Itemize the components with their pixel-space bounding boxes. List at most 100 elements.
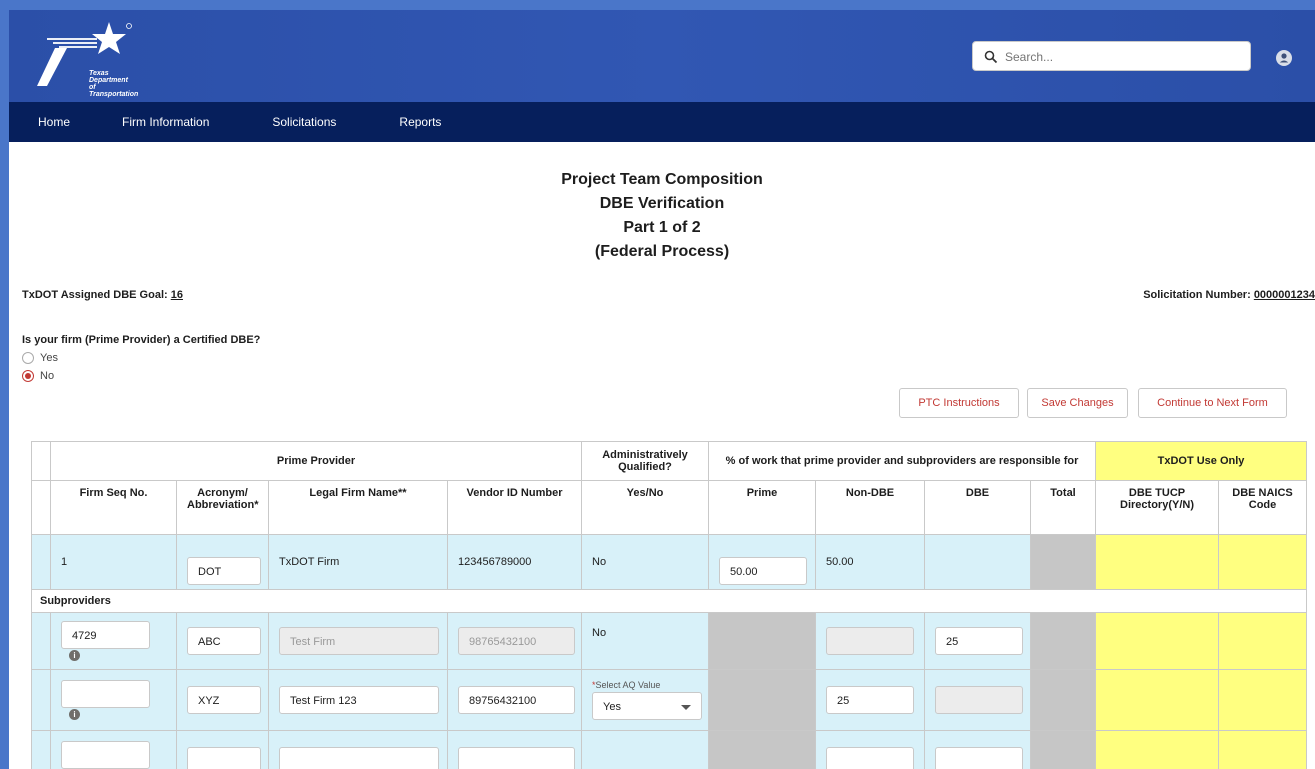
sub2-total bbox=[1030, 669, 1097, 731]
user-avatar-icon[interactable] bbox=[1276, 50, 1292, 66]
col-yes-no: Yes/No bbox=[581, 480, 710, 535]
ptc-instructions-button[interactable]: PTC Instructions bbox=[899, 388, 1019, 418]
sub1-seq-input[interactable]: 4729 bbox=[61, 621, 150, 649]
sub2-legal-name-input[interactable]: Test Firm 123 bbox=[279, 686, 439, 714]
col-vendor-id: Vendor ID Number bbox=[446, 480, 583, 535]
sub2-non-dbe-input[interactable]: 25 bbox=[826, 686, 915, 714]
sub2-vendor-cell: 89756432100 bbox=[446, 669, 583, 731]
sub2-tucp bbox=[1095, 669, 1220, 731]
sub3-vendor-input[interactable] bbox=[458, 747, 575, 769]
blank-cell bbox=[31, 480, 51, 535]
sub1-seq-cell: 4729i bbox=[50, 612, 177, 670]
page-part: Part 1 of 2 bbox=[623, 219, 701, 236]
sub1-vendor-cell: 98765432100 bbox=[446, 612, 583, 670]
sub3-dbe-cell bbox=[924, 730, 1032, 769]
logo-line: Department bbox=[89, 77, 128, 84]
sub2-aq-cell: *Select AQ Value Yes bbox=[581, 669, 710, 731]
info-icon[interactable]: i bbox=[69, 649, 80, 661]
dbe-goal-label: TxDOT Assigned DBE Goal: bbox=[22, 289, 168, 301]
subprovider-row: i bbox=[31, 730, 1308, 769]
solicitation-value[interactable]: 0000001234 bbox=[1254, 289, 1315, 301]
prime-aq: No bbox=[581, 534, 710, 590]
nav-home[interactable]: Home bbox=[38, 115, 70, 129]
radio-no-circle[interactable] bbox=[22, 370, 34, 382]
sub3-acronym-input[interactable] bbox=[187, 747, 261, 769]
sub2-naics bbox=[1218, 669, 1308, 731]
radio-no[interactable]: No bbox=[22, 370, 54, 382]
prime-tucp bbox=[1095, 534, 1220, 590]
col-total: Total bbox=[1030, 480, 1097, 535]
subproviders-label: Subproviders bbox=[30, 589, 1308, 613]
txdot-use-only-header: TxDOT Use Only bbox=[1095, 441, 1308, 481]
txdot-logo[interactable]: Texas Department of Transportation bbox=[37, 20, 138, 98]
save-changes-button[interactable]: Save Changes bbox=[1027, 388, 1128, 418]
page-titles: Project Team Composition DBE Verificatio… bbox=[9, 168, 1315, 264]
logo-line: Texas bbox=[89, 70, 109, 77]
sub3-legal-name-input[interactable] bbox=[279, 747, 439, 769]
column-header-row: Firm Seq No. Acronym/ Abbreviation* Lega… bbox=[31, 480, 1308, 535]
sub3-seq-input[interactable] bbox=[61, 741, 150, 769]
sub2-dbe-input bbox=[935, 686, 1024, 714]
percent-work-header: % of work that prime provider and subpro… bbox=[708, 441, 1097, 481]
prime-acronym-cell: DOT bbox=[176, 534, 269, 590]
chevron-down-icon bbox=[681, 705, 692, 710]
search-box[interactable] bbox=[972, 41, 1251, 71]
radio-yes-circle[interactable] bbox=[22, 352, 34, 364]
continue-next-form-button[interactable]: Continue to Next Form bbox=[1138, 388, 1287, 418]
col-tucp: DBE TUCP Directory(Y/N) bbox=[1095, 480, 1220, 535]
sub2-acronym-input[interactable]: XYZ bbox=[187, 686, 261, 714]
sub2-prime bbox=[708, 669, 817, 731]
aq-select-label: *Select AQ Value bbox=[592, 680, 698, 690]
admin-qualified-header: Administratively Qualified? bbox=[581, 441, 710, 481]
radio-no-label: No bbox=[40, 370, 55, 382]
page-subtitle: DBE Verification bbox=[599, 195, 725, 212]
prime-percent-cell: 50.00 bbox=[708, 534, 817, 590]
row-gutter bbox=[31, 730, 51, 769]
prime-provider-header: Prime Provider bbox=[49, 441, 583, 481]
prime-naics bbox=[1218, 534, 1308, 590]
col-acronym: Acronym/ Abbreviation* bbox=[176, 480, 269, 535]
radio-yes-label: Yes bbox=[40, 352, 58, 364]
sub1-acronym-cell: ABC bbox=[176, 612, 269, 670]
sub1-dbe-input[interactable]: 25 bbox=[935, 627, 1024, 655]
sub2-seq-input[interactable] bbox=[61, 680, 150, 708]
sub3-aq bbox=[581, 730, 710, 769]
nav-reports[interactable]: Reports bbox=[399, 115, 441, 129]
col-prime: Prime bbox=[708, 480, 817, 535]
sub1-naics bbox=[1218, 612, 1308, 670]
sub3-dbe-input[interactable] bbox=[935, 747, 1024, 769]
prime-provider-row: 1 DOT TxDOT Firm 123456789000 No 50.00 5… bbox=[31, 534, 1308, 590]
col-non-dbe: Non-DBE bbox=[815, 480, 926, 535]
sub1-total bbox=[1030, 612, 1097, 670]
page-process: (Federal Process) bbox=[594, 243, 730, 260]
sub3-total bbox=[1030, 730, 1097, 769]
sub2-vendor-input[interactable]: 89756432100 bbox=[458, 686, 575, 714]
radio-yes[interactable]: Yes bbox=[22, 352, 58, 364]
info-icon[interactable]: i bbox=[69, 708, 80, 720]
header-banner: Texas Department of Transportation bbox=[9, 10, 1315, 102]
sub3-legal-name-cell bbox=[268, 730, 448, 769]
sub1-aq: No bbox=[581, 612, 710, 670]
prime-acronym-input[interactable]: DOT bbox=[187, 557, 261, 585]
prime-legal-name: TxDOT Firm bbox=[268, 534, 448, 590]
blank-cell bbox=[31, 441, 51, 481]
sub1-non-dbe-input bbox=[826, 627, 915, 655]
main-nav: Home Firm Information Solicitations Repo… bbox=[9, 102, 1315, 142]
nav-solicitations[interactable]: Solicitations bbox=[272, 115, 336, 129]
prime-vendor-id: 123456789000 bbox=[446, 534, 583, 590]
prime-non-dbe: 50.00 bbox=[815, 534, 926, 590]
sub1-acronym-input[interactable]: ABC bbox=[187, 627, 261, 655]
search-input[interactable] bbox=[1005, 47, 1240, 67]
col-seq: Firm Seq No. bbox=[50, 480, 177, 535]
sub3-non-dbe-input[interactable] bbox=[826, 747, 915, 769]
nav-firm-information[interactable]: Firm Information bbox=[122, 115, 209, 129]
sub1-dbe-cell: 25 bbox=[924, 612, 1032, 670]
sub2-dbe-cell bbox=[924, 669, 1032, 731]
sub1-vendor-input: 98765432100 bbox=[458, 627, 575, 655]
prime-percent-input[interactable]: 50.00 bbox=[719, 557, 808, 585]
prime-seq: 1 bbox=[50, 534, 177, 590]
dbe-goal-value[interactable]: 16 bbox=[171, 289, 183, 301]
aq-select[interactable]: Yes bbox=[592, 692, 703, 720]
search-icon bbox=[984, 50, 998, 64]
sub1-non-dbe-cell bbox=[815, 612, 926, 670]
